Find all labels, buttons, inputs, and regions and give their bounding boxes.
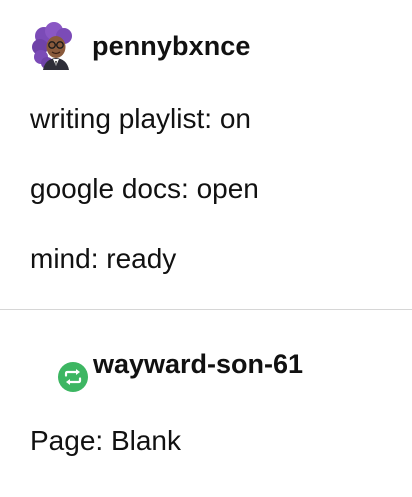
reblog-icon[interactable] <box>57 361 89 393</box>
post-text-line: mind: ready <box>30 243 177 274</box>
reblog-text-line: Page: Blank <box>30 425 181 456</box>
post-header <box>30 22 76 70</box>
avatar-icon[interactable] <box>30 22 76 70</box>
post-username[interactable]: pennybxnce <box>92 30 251 62</box>
reblog-username[interactable]: wayward-son-61 <box>93 348 303 380</box>
post-text-line: google docs: open <box>30 173 259 204</box>
post-divider <box>0 309 412 310</box>
post-text-line: writing playlist: on <box>30 103 251 134</box>
